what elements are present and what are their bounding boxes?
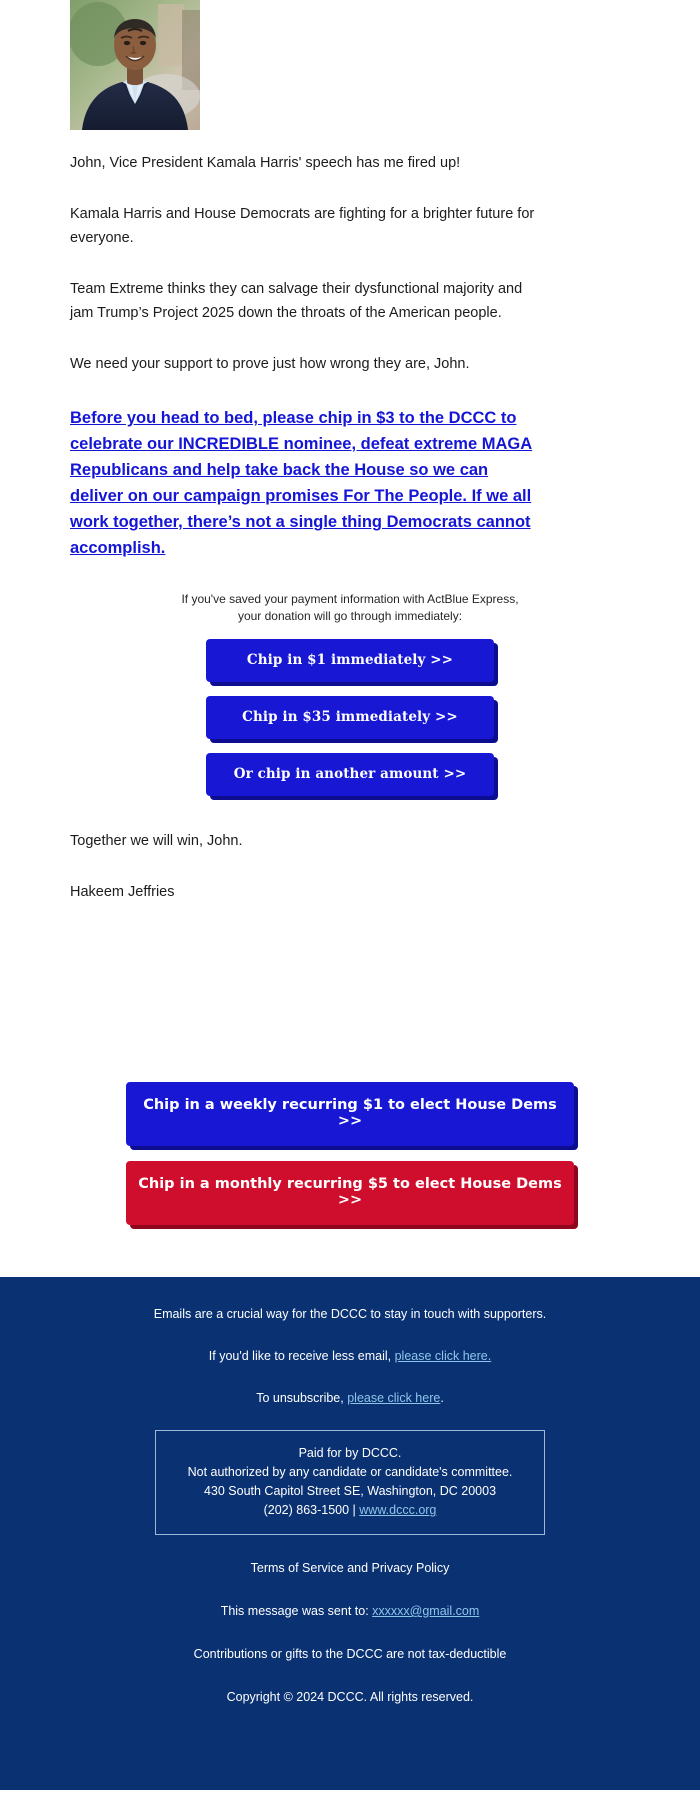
chip-in-35-button[interactable]: Chip in $35 immediately >>	[206, 696, 494, 740]
email-body: John, Vice President Kamala Harris' spee…	[0, 0, 700, 1277]
email-footer: Emails are a crucial way for the DCCC to…	[0, 1277, 700, 1791]
disclaimer-line-1: Paid for by DCCC.	[298, 1446, 402, 1461]
donation-button-stack: Chip in $1 immediately >> Chip in $35 im…	[70, 639, 630, 796]
chip-in-other-amount-button[interactable]: Or chip in another amount >>	[206, 753, 494, 796]
portrait-row	[0, 0, 700, 130]
footer-final-lines: Terms of Service and Privacy Policy This…	[40, 1559, 660, 1706]
email-container: John, Vice President Kamala Harris' spee…	[0, 0, 700, 1791]
paid-for-disclaimer-box: Paid for by DCCC. Not authorized by any …	[155, 1430, 545, 1536]
disclaimer-contact-line: (202) 863-1500 | www.dccc.org	[170, 1501, 530, 1520]
copyright-line: Copyright © 2024 DCCC. All rights reserv…	[226, 1689, 474, 1704]
disclaimer-phone: (202) 863-1500 |	[263, 1503, 360, 1518]
sent-to-prefix: This message was sent to:	[220, 1604, 373, 1618]
closing-line: Together we will win, John.	[70, 832, 243, 849]
disclaimer-line-2: Not authorized by any candidate or candi…	[187, 1465, 513, 1480]
unsubscribe-suffix: .	[440, 1390, 444, 1405]
less-email-link[interactable]: please click here.	[395, 1349, 492, 1363]
footer-unsubscribe-line: To unsubscribe, please click here.	[40, 1389, 660, 1408]
email-copy: John, Vice President Kamala Harris' spee…	[0, 130, 700, 561]
unsubscribe-prefix: To unsubscribe,	[256, 1390, 348, 1405]
actblue-note: If you've saved your payment information…	[70, 591, 630, 625]
tax-deductible-note: Contributions or gifts to the DCCC are n…	[193, 1646, 507, 1661]
footer-less-email-line: If you'd like to receive less email, ple…	[40, 1347, 660, 1366]
recipient-email-link[interactable]: xxxxxx@gmail.com	[372, 1604, 479, 1618]
actblue-note-line-2: your donation will go through immediatel…	[237, 609, 463, 624]
body-paragraph-3: Team Extreme thinks they can salvage the…	[70, 281, 523, 321]
body-bottom-spacer	[0, 932, 700, 1082]
chip-in-1-button[interactable]: Chip in $1 immediately >>	[206, 639, 494, 683]
body-paragraph-2: Kamala Harris and House Democrats are fi…	[70, 206, 535, 246]
less-email-prefix: If you'd like to receive less email,	[208, 1348, 395, 1363]
unsubscribe-link[interactable]: please click here	[347, 1391, 440, 1405]
sender-portrait-image	[70, 0, 200, 130]
recurring-donation-block: Chip in a weekly recurring $1 to elect H…	[0, 1082, 700, 1277]
sent-to-line: This message was sent to: xxxxxx@gmail.c…	[40, 1602, 660, 1621]
dccc-website-link[interactable]: www.dccc.org	[359, 1503, 436, 1517]
weekly-recurring-button[interactable]: Chip in a weekly recurring $1 to elect H…	[126, 1082, 574, 1147]
disclaimer-line-3: 430 South Capitol Street SE, Washington,…	[203, 1484, 497, 1499]
monthly-recurring-button[interactable]: Chip in a monthly recurring $5 to elect …	[126, 1161, 574, 1225]
body-paragraph-4: We need your support to prove just how w…	[70, 356, 470, 373]
body-paragraph-1: John, Vice President Kamala Harris' spee…	[70, 155, 461, 171]
terms-and-privacy-link[interactable]: Terms of Service and Privacy Policy	[40, 1559, 660, 1578]
actblue-donation-block: If you've saved your payment information…	[0, 591, 700, 796]
donation-ask-link[interactable]: Before you head to bed, please chip in $…	[70, 405, 542, 561]
signature-line: Hakeem Jeffries	[70, 884, 175, 901]
footer-intro: Emails are a crucial way for the DCCC to…	[153, 1307, 547, 1321]
signoff-block: Together we will win, John. Hakeem Jeffr…	[0, 796, 700, 904]
actblue-note-line-1: If you've saved your payment information…	[181, 592, 519, 607]
